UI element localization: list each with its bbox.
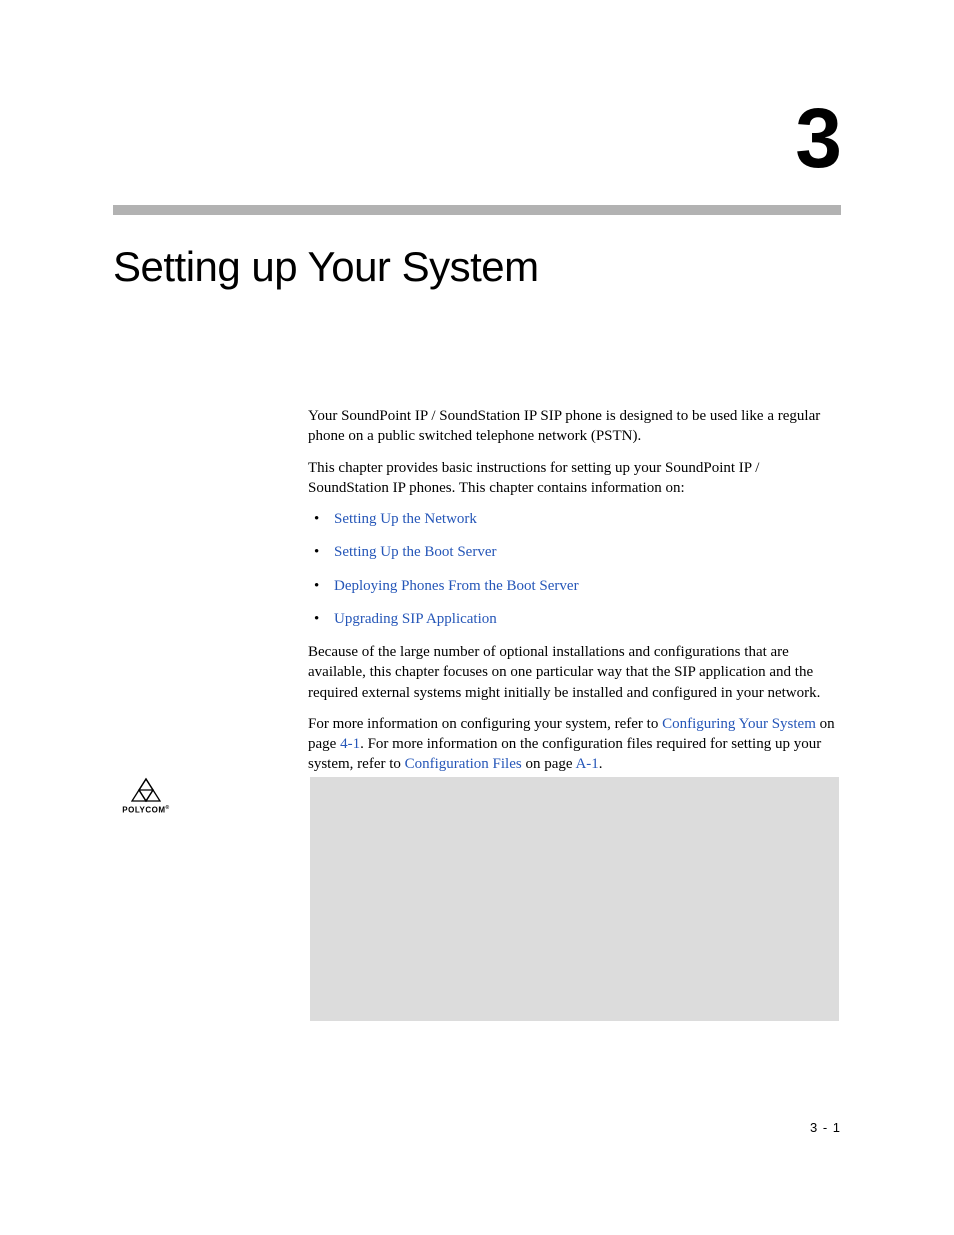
polycom-logo: POLYCOM® — [115, 777, 177, 815]
page-number: 3 - 1 — [810, 1120, 841, 1135]
link-deploying-phones[interactable]: Deploying Phones From the Boot Server — [334, 578, 579, 594]
list-item: Setting Up the Boot Server — [308, 542, 841, 562]
link-setting-up-boot-server[interactable]: Setting Up the Boot Server — [334, 544, 496, 560]
text-prefix: For more information on configuring your… — [308, 716, 662, 732]
link-configuring-your-system[interactable]: Configuring Your System — [662, 716, 816, 732]
paragraph-after-bullets: Because of the large number of optional … — [308, 642, 841, 703]
link-setting-up-network[interactable]: Setting Up the Network — [334, 511, 477, 527]
body-content: Your SoundPoint IP / SoundStation IP SIP… — [308, 406, 841, 775]
paragraph-intro-1: Your SoundPoint IP / SoundStation IP SIP… — [308, 406, 841, 447]
chapter-number: 3 — [113, 90, 841, 187]
divider-rule — [113, 205, 841, 215]
text-mid3: on page — [522, 756, 576, 772]
page-ref-4-1[interactable]: 4-1 — [340, 736, 360, 752]
list-item: Deploying Phones From the Boot Server — [308, 576, 841, 596]
text-suffix: . — [599, 756, 603, 772]
polycom-logo-icon — [131, 777, 161, 803]
topic-list: Setting Up the Network Setting Up the Bo… — [308, 509, 841, 629]
paragraph-more-info: For more information on configuring your… — [308, 714, 841, 775]
page-ref-a-1[interactable]: A-1 — [575, 756, 598, 772]
callout-box — [310, 777, 839, 1021]
link-configuration-files[interactable]: Configuration Files — [405, 756, 522, 772]
chapter-title: Setting up Your System — [113, 243, 841, 291]
polycom-logo-text: POLYCOM® — [115, 805, 177, 815]
list-item: Setting Up the Network — [308, 509, 841, 529]
link-upgrading-sip[interactable]: Upgrading SIP Application — [334, 611, 497, 627]
paragraph-intro-2: This chapter provides basic instructions… — [308, 458, 841, 499]
list-item: Upgrading SIP Application — [308, 609, 841, 629]
